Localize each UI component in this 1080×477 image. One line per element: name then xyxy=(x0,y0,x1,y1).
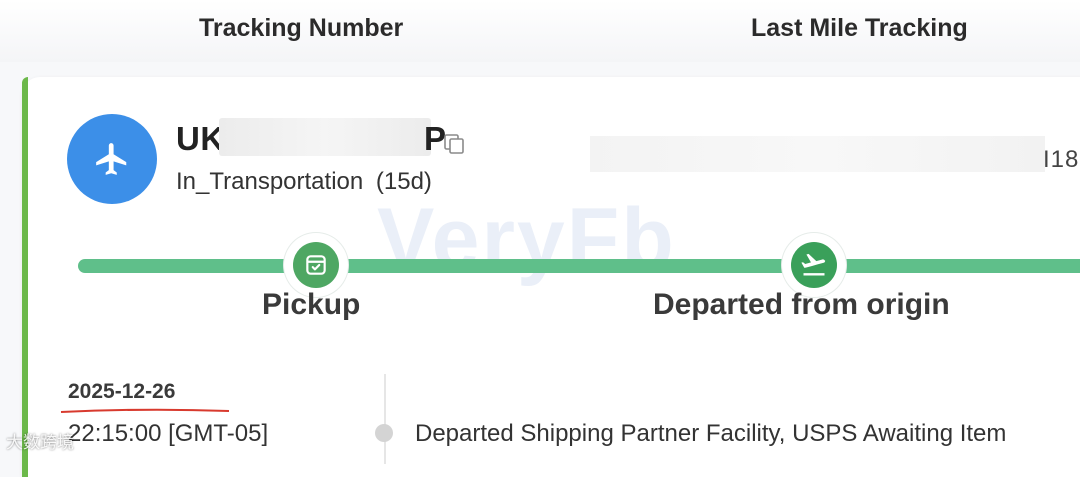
event-date: 2025-12-26 xyxy=(68,380,176,403)
column-header-last-mile-tracking: Last Mile Tracking xyxy=(751,14,968,42)
shipment-status: In_Transportation (15d) xyxy=(176,168,432,196)
copy-icon[interactable] xyxy=(442,132,466,156)
status-text: In_Transportation xyxy=(176,168,364,195)
last-mile-tracking-number[interactable]: I18 xyxy=(1043,146,1079,174)
column-header-tracking-number: Tracking Number xyxy=(199,14,404,42)
card-status-accent xyxy=(22,77,28,477)
package-check-icon xyxy=(306,255,326,275)
source-credit-watermark: 大数跨境 xyxy=(6,433,74,452)
progress-track xyxy=(78,259,1080,273)
plane-departure-icon xyxy=(801,253,826,276)
timeline-dot xyxy=(375,424,393,442)
transport-mode-avatar xyxy=(67,114,157,204)
milestone-label-pickup: Pickup xyxy=(262,288,361,321)
date-underline-annotation xyxy=(60,408,230,413)
tracking-number-redaction xyxy=(219,118,431,156)
last-mile-redaction xyxy=(590,136,1045,172)
milestone-label-departed: Departed from origin xyxy=(653,288,950,321)
tracking-number[interactable]: UK xyxy=(176,120,225,158)
transit-days: (15d) xyxy=(375,168,432,195)
event-time: 22:15:00 [GMT-05] xyxy=(68,420,269,447)
airplane-icon xyxy=(96,143,127,175)
event-description: Departed Shipping Partner Facility, USPS… xyxy=(415,420,1007,447)
timeline-connector xyxy=(384,374,386,464)
